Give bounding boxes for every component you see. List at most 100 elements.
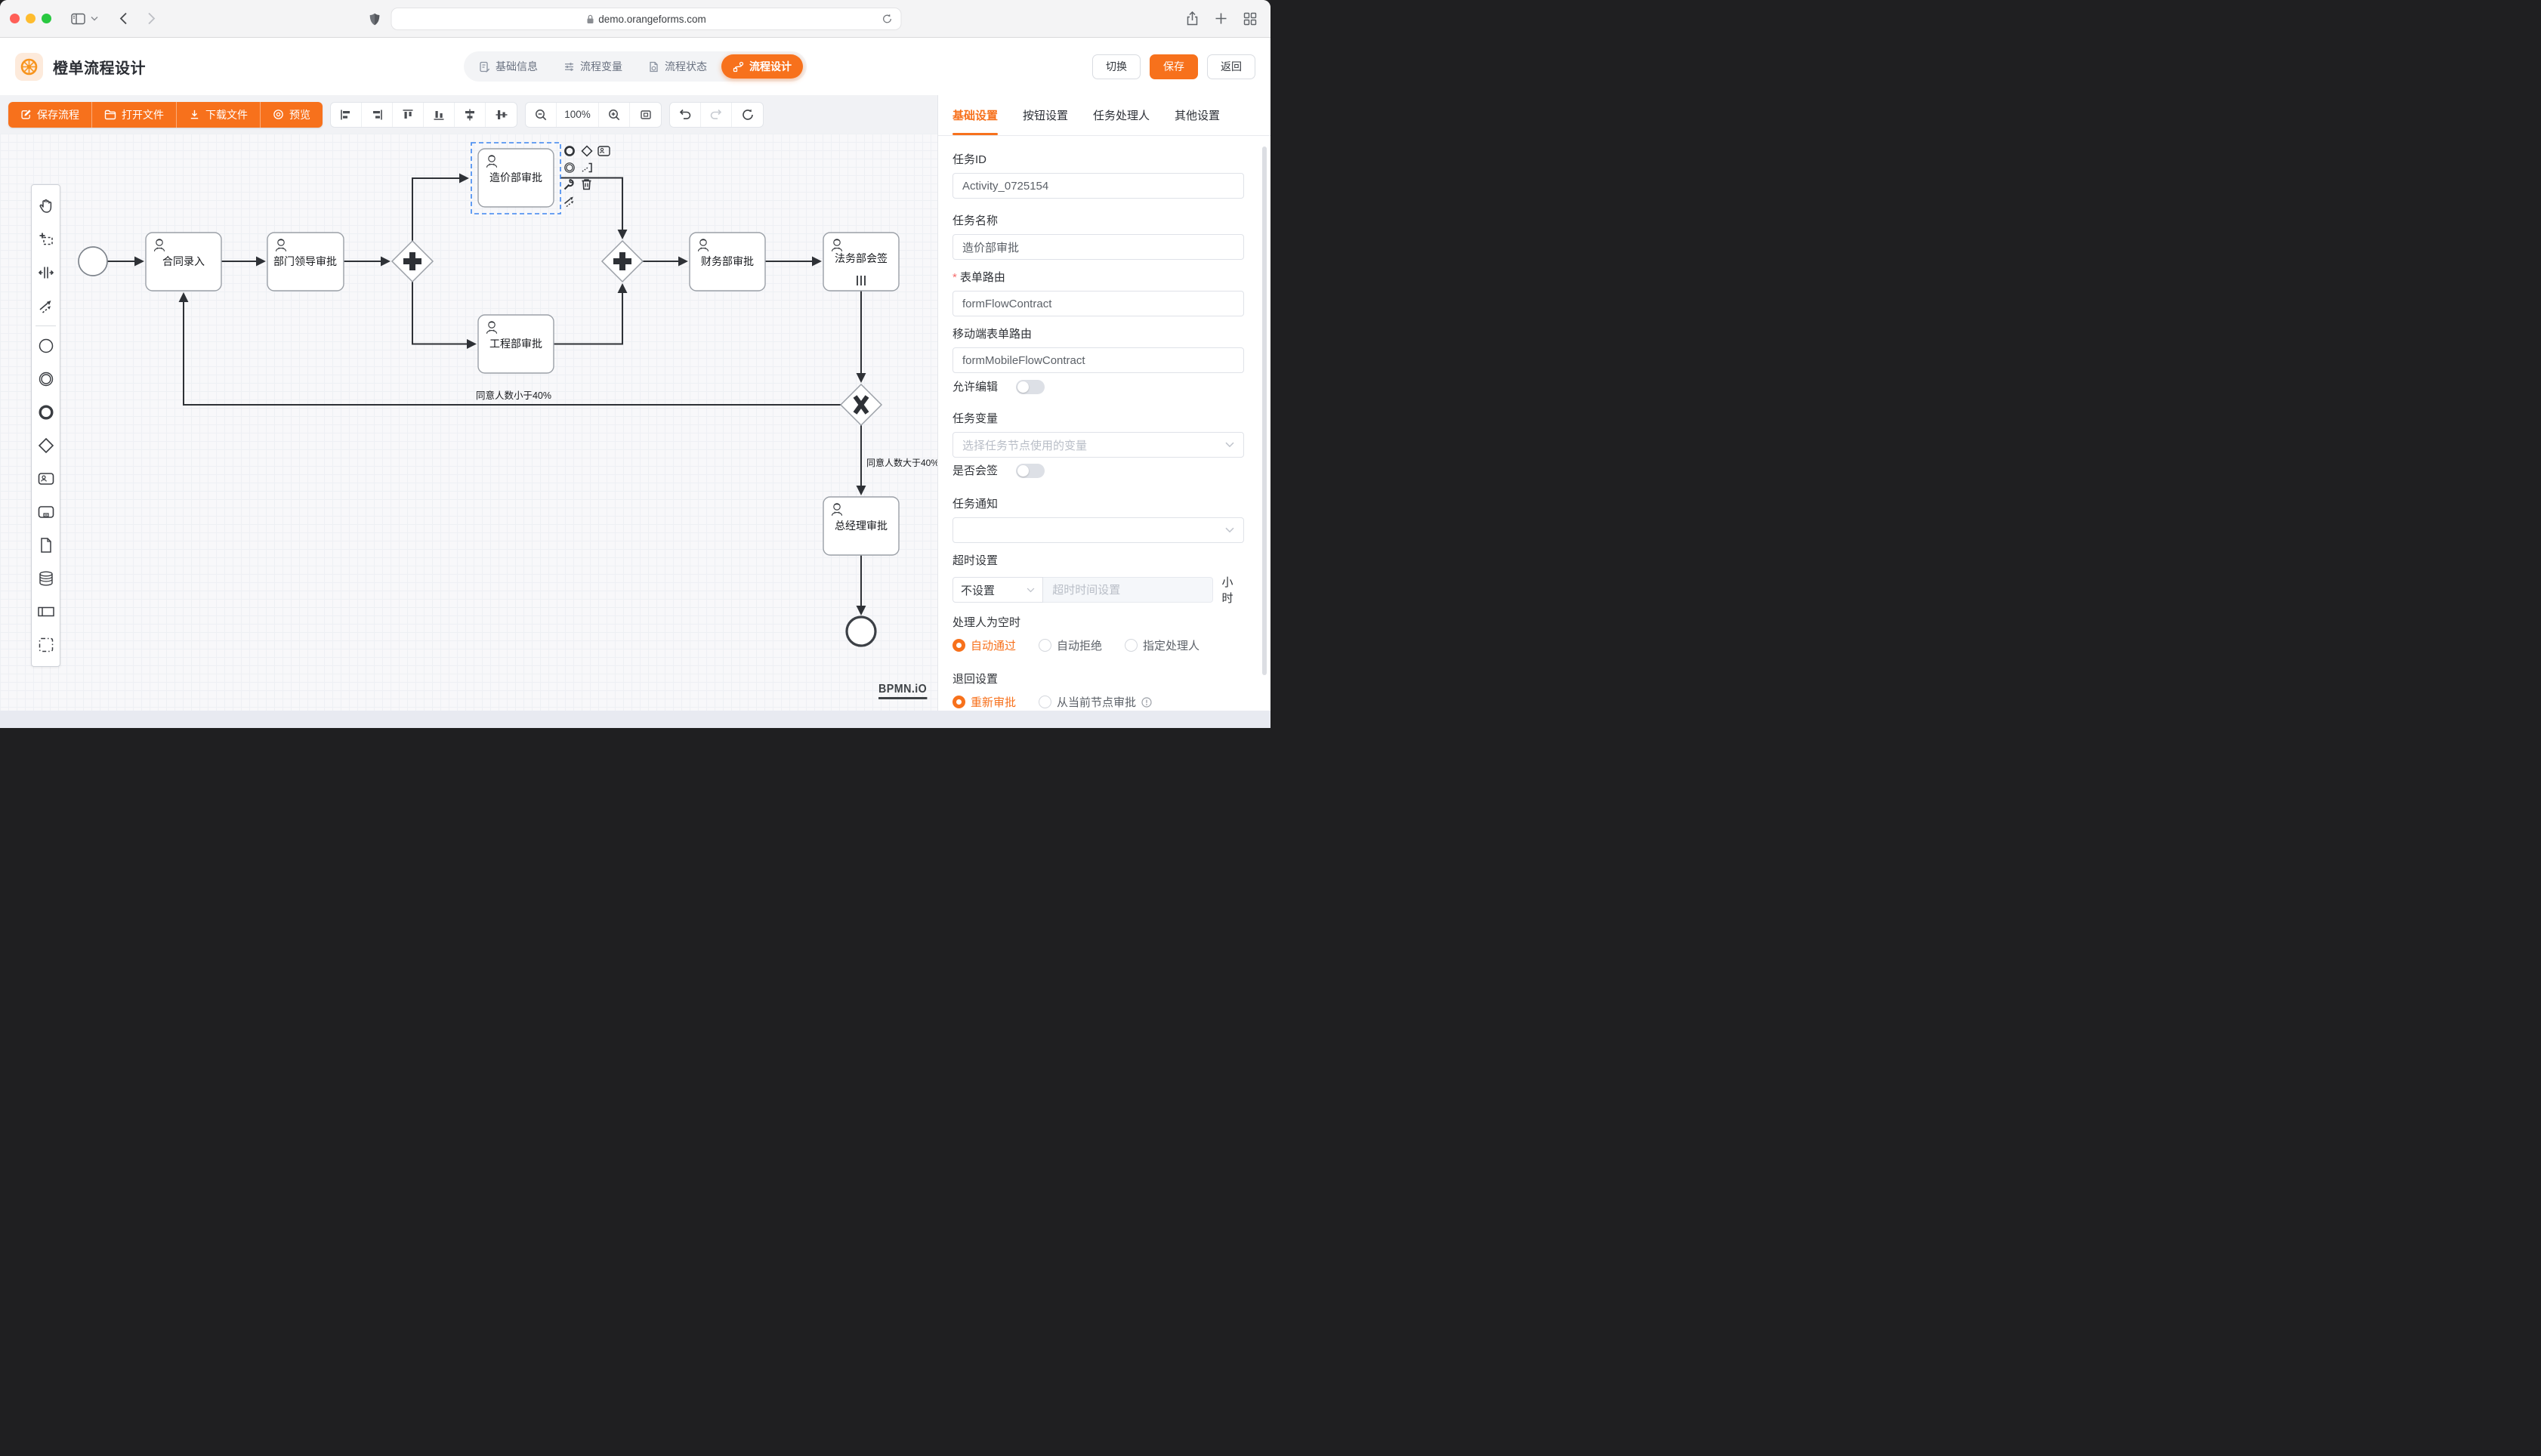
task-id-input[interactable] xyxy=(952,173,1244,199)
address-bar[interactable]: demo.orangeforms.com xyxy=(391,8,902,30)
notify-label: 任务通知 xyxy=(952,497,1244,511)
task-contract-entry[interactable]: 合同录入 xyxy=(146,233,221,291)
tab-overview-icon[interactable] xyxy=(1243,12,1257,26)
privacy-shield-icon[interactable] xyxy=(369,13,381,26)
align-top-icon[interactable] xyxy=(393,103,424,127)
align-right-icon[interactable] xyxy=(362,103,393,127)
task-dept-leader[interactable]: 部门领导审批 xyxy=(267,233,344,291)
flow-gateway1-to-eng[interactable] xyxy=(412,282,475,344)
task-vars-label: 任务变量 xyxy=(952,412,1244,426)
radio-auto-reject[interactable]: 自动拒绝 xyxy=(1039,637,1102,653)
radio-from-current-node[interactable]: 从当前节点审批 xyxy=(1039,694,1152,710)
preview-icon xyxy=(273,109,284,120)
share-icon[interactable] xyxy=(1186,11,1199,26)
minimize-window-button[interactable] xyxy=(26,14,36,23)
undo-icon[interactable] xyxy=(670,103,701,127)
allow-edit-toggle[interactable] xyxy=(1016,380,1045,394)
reload-icon[interactable] xyxy=(882,14,893,24)
task-cost-dept-selected[interactable]: 造价部审批 xyxy=(478,149,554,207)
svg-text:造价部审批: 造价部审批 xyxy=(489,171,542,184)
connect-tool-icon[interactable] xyxy=(563,194,576,208)
close-window-button[interactable] xyxy=(10,14,20,23)
parallel-gateway-split[interactable] xyxy=(392,241,433,282)
radio-re-approve[interactable]: 重新审批 xyxy=(952,694,1016,710)
task-vars-select[interactable]: 选择任务节点使用的变量 xyxy=(952,432,1244,458)
countersign-toggle[interactable] xyxy=(1016,464,1045,478)
exclusive-gateway[interactable] xyxy=(841,384,881,425)
tab-process-variables[interactable]: 流程变量 xyxy=(552,54,634,79)
tab-task-assignee[interactable]: 任务处理人 xyxy=(1093,95,1150,135)
switch-button[interactable]: 切换 xyxy=(1092,54,1141,79)
radio-dot xyxy=(1039,639,1051,652)
zoom-out-icon[interactable] xyxy=(526,103,557,127)
empty-handler-label: 处理人为空时 xyxy=(952,615,1244,630)
task-legal-countersign[interactable]: 法务部会签 xyxy=(823,233,899,291)
align-bottom-icon[interactable] xyxy=(424,103,455,127)
properties-panel: 基础设置 按钮设置 任务处理人 其他设置 任务ID 任务名称 *表单路由 xyxy=(937,95,1270,711)
new-tab-icon[interactable] xyxy=(1215,12,1227,25)
download-file-button[interactable]: 下载文件 xyxy=(177,102,261,128)
chevron-down-icon[interactable] xyxy=(91,16,98,21)
process-nav: 基础信息 流程变量 流程状态 流程设计 xyxy=(464,51,807,82)
align-center-horizontal-icon[interactable] xyxy=(455,103,486,127)
start-event[interactable] xyxy=(79,247,107,276)
align-center-vertical-icon[interactable] xyxy=(486,103,517,127)
app-header: 橙单流程设计 基础信息 流程变量 流程状态 流程设计 切换 保存 返回 xyxy=(0,38,1270,95)
radio-auto-approve[interactable]: 自动通过 xyxy=(952,637,1016,653)
open-file-button[interactable]: 打开文件 xyxy=(92,102,177,128)
append-gateway-icon[interactable] xyxy=(580,144,594,158)
bpmn-canvas[interactable]: 同意人数小于40% 同意人数大于40% 合同录入 部门领导审批 xyxy=(0,134,937,711)
svg-text:部门领导审批: 部门领导审批 xyxy=(273,255,337,267)
flow-eng-to-gateway2[interactable] xyxy=(554,285,622,344)
radio-dot xyxy=(952,639,965,652)
bpmn-io-logo[interactable]: BPMN.iO xyxy=(878,683,927,699)
append-intermediate-event-icon[interactable] xyxy=(563,161,576,174)
maximize-window-button[interactable] xyxy=(42,14,51,23)
save-flow-button[interactable]: 保存流程 xyxy=(8,102,92,128)
trash-icon[interactable] xyxy=(580,177,594,191)
preview-button[interactable]: 预览 xyxy=(261,102,323,128)
timeout-hours-input[interactable] xyxy=(1043,577,1212,603)
radio-dot xyxy=(952,696,965,708)
task-general-manager[interactable]: 总经理审批 xyxy=(823,497,899,555)
save-button[interactable]: 保存 xyxy=(1150,54,1198,79)
append-end-event-icon[interactable] xyxy=(563,144,576,158)
align-left-icon[interactable] xyxy=(331,103,362,127)
mobile-route-input[interactable] xyxy=(952,347,1244,373)
reset-icon[interactable] xyxy=(732,103,763,127)
zoom-level: 100% xyxy=(557,103,599,127)
notify-select[interactable] xyxy=(952,517,1244,543)
lock-icon xyxy=(586,14,594,24)
zoom-fit-icon[interactable] xyxy=(630,103,661,127)
radio-assign-handler[interactable]: 指定处理人 xyxy=(1125,637,1199,653)
task-finance-dept[interactable]: 财务部审批 xyxy=(690,233,765,291)
flow-gateway1-to-cost[interactable] xyxy=(412,178,468,241)
zoom-in-icon[interactable] xyxy=(599,103,630,127)
zoom-toolbar: 100% xyxy=(525,102,662,128)
append-text-annotation-icon[interactable] xyxy=(580,161,594,174)
context-pad-spacer xyxy=(597,177,610,191)
tab-basic-settings[interactable]: 基础设置 xyxy=(952,95,998,135)
tab-other-settings[interactable]: 其他设置 xyxy=(1175,95,1220,135)
tab-button-settings[interactable]: 按钮设置 xyxy=(1023,95,1068,135)
tab-basic-info[interactable]: 基础信息 xyxy=(468,54,549,79)
task-eng-dept[interactable]: 工程部审批 xyxy=(478,315,554,373)
mobile-route-label: 移动端表单路由 xyxy=(952,327,1244,341)
tab-process-status[interactable]: 流程状态 xyxy=(637,54,718,79)
timeout-mode-select[interactable]: 不设置 xyxy=(952,577,1043,603)
parallel-gateway-join[interactable] xyxy=(602,241,643,282)
form-route-input[interactable] xyxy=(952,291,1244,316)
back-icon[interactable] xyxy=(119,12,128,25)
wrench-icon[interactable] xyxy=(563,177,576,191)
back-button[interactable]: 返回 xyxy=(1207,54,1255,79)
forward-icon[interactable] xyxy=(147,12,156,25)
tab-process-design[interactable]: 流程设计 xyxy=(721,54,803,79)
append-user-task-icon[interactable] xyxy=(597,144,610,158)
panel-scrollbar[interactable] xyxy=(1262,147,1267,675)
allow-edit-label: 允许编辑 xyxy=(952,380,998,394)
redo-icon[interactable] xyxy=(701,103,732,127)
task-name-input[interactable] xyxy=(952,234,1244,260)
bpmn-diagram: 同意人数小于40% 同意人数大于40% 合同录入 部门领导审批 xyxy=(0,134,937,711)
end-event[interactable] xyxy=(847,617,875,646)
sidebar-icon[interactable] xyxy=(71,13,85,25)
